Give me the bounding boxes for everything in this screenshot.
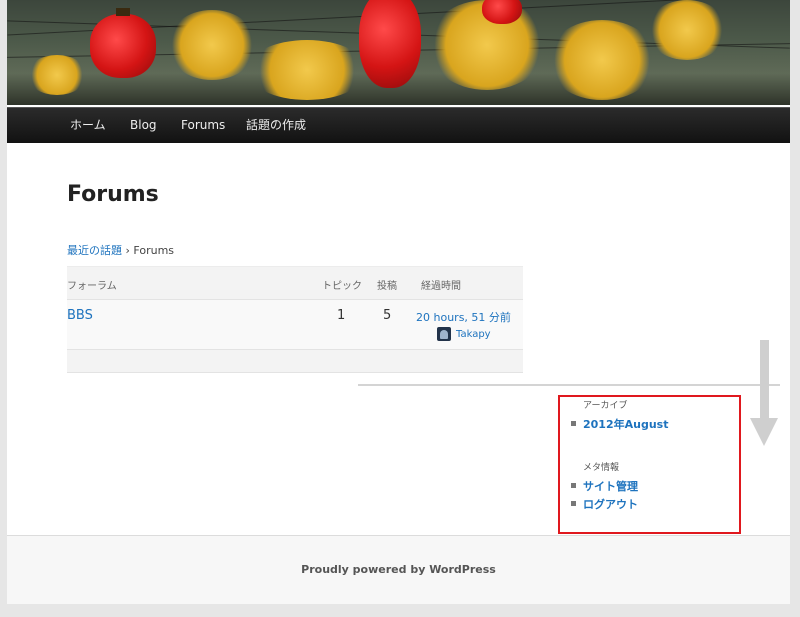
table-header: フォーラム トピック 投稿 経過時間 [67,266,523,300]
meta-widget-title: メタ情報 [583,463,620,473]
nav-item-home[interactable]: ホーム [70,108,106,143]
powered-by-wordpress-link[interactable]: Proudly powered by WordPress [7,563,790,576]
blossom-decoration [27,55,87,95]
blossom-decoration [647,0,727,60]
annotation-divider-line [358,384,780,386]
forum-table: フォーラム トピック 投稿 経過時間 BBS 1 5 20 hours, 51 … [67,266,523,373]
red-lantern-image [359,0,421,88]
bullet-icon [571,501,576,506]
page-title: Forums [67,182,159,207]
header-freshness: 経過時間 [421,281,461,292]
table-footer [67,350,523,372]
red-lantern-image [90,8,156,78]
header-posts: 投稿 [377,281,397,292]
site-admin-link[interactable]: サイト管理 [583,478,638,494]
blossom-decoration [167,10,257,80]
forum-link-bbs[interactable]: BBS [67,308,93,323]
nav-item-new-topic[interactable]: 話題の作成 [246,108,306,143]
header-topics: トピック [322,281,362,292]
header-image[interactable] [7,0,790,105]
author-name: Takapy [456,329,491,340]
header-forum: フォーラム [67,281,117,292]
logout-link[interactable]: ログアウト [583,496,638,512]
main-navigation: ホーム Blog Forums 話題の作成 [7,107,790,143]
archive-link-2012-august[interactable]: 2012年August [583,416,668,432]
page: ホーム Blog Forums 話題の作成 Forums 最近の話題 › For… [7,0,790,604]
red-lantern-image [482,0,522,24]
table-row: BBS 1 5 20 hours, 51 分前 Takapy [67,300,523,350]
breadcrumb: 最近の話題 › Forums [67,242,174,258]
annotation-arrow-shaft [760,340,769,422]
post-count: 5 [383,308,392,323]
freshness-link[interactable]: 20 hours, 51 分前 [416,309,511,325]
breadcrumb-recent-topics-link[interactable]: 最近の話題 [67,244,122,257]
blossom-decoration [247,40,367,100]
avatar [437,327,451,341]
down-arrow-icon [750,418,778,446]
blossom-decoration [547,20,657,100]
breadcrumb-current: Forums [133,244,175,257]
breadcrumb-separator: › [125,244,130,257]
archive-widget-title: アーカイブ [583,401,628,411]
nav-item-forums[interactable]: Forums [181,108,225,143]
bullet-icon [571,421,576,426]
site-footer: Proudly powered by WordPress [7,535,790,604]
nav-item-blog[interactable]: Blog [130,108,157,143]
topic-count: 1 [337,308,346,323]
bullet-icon [571,483,576,488]
